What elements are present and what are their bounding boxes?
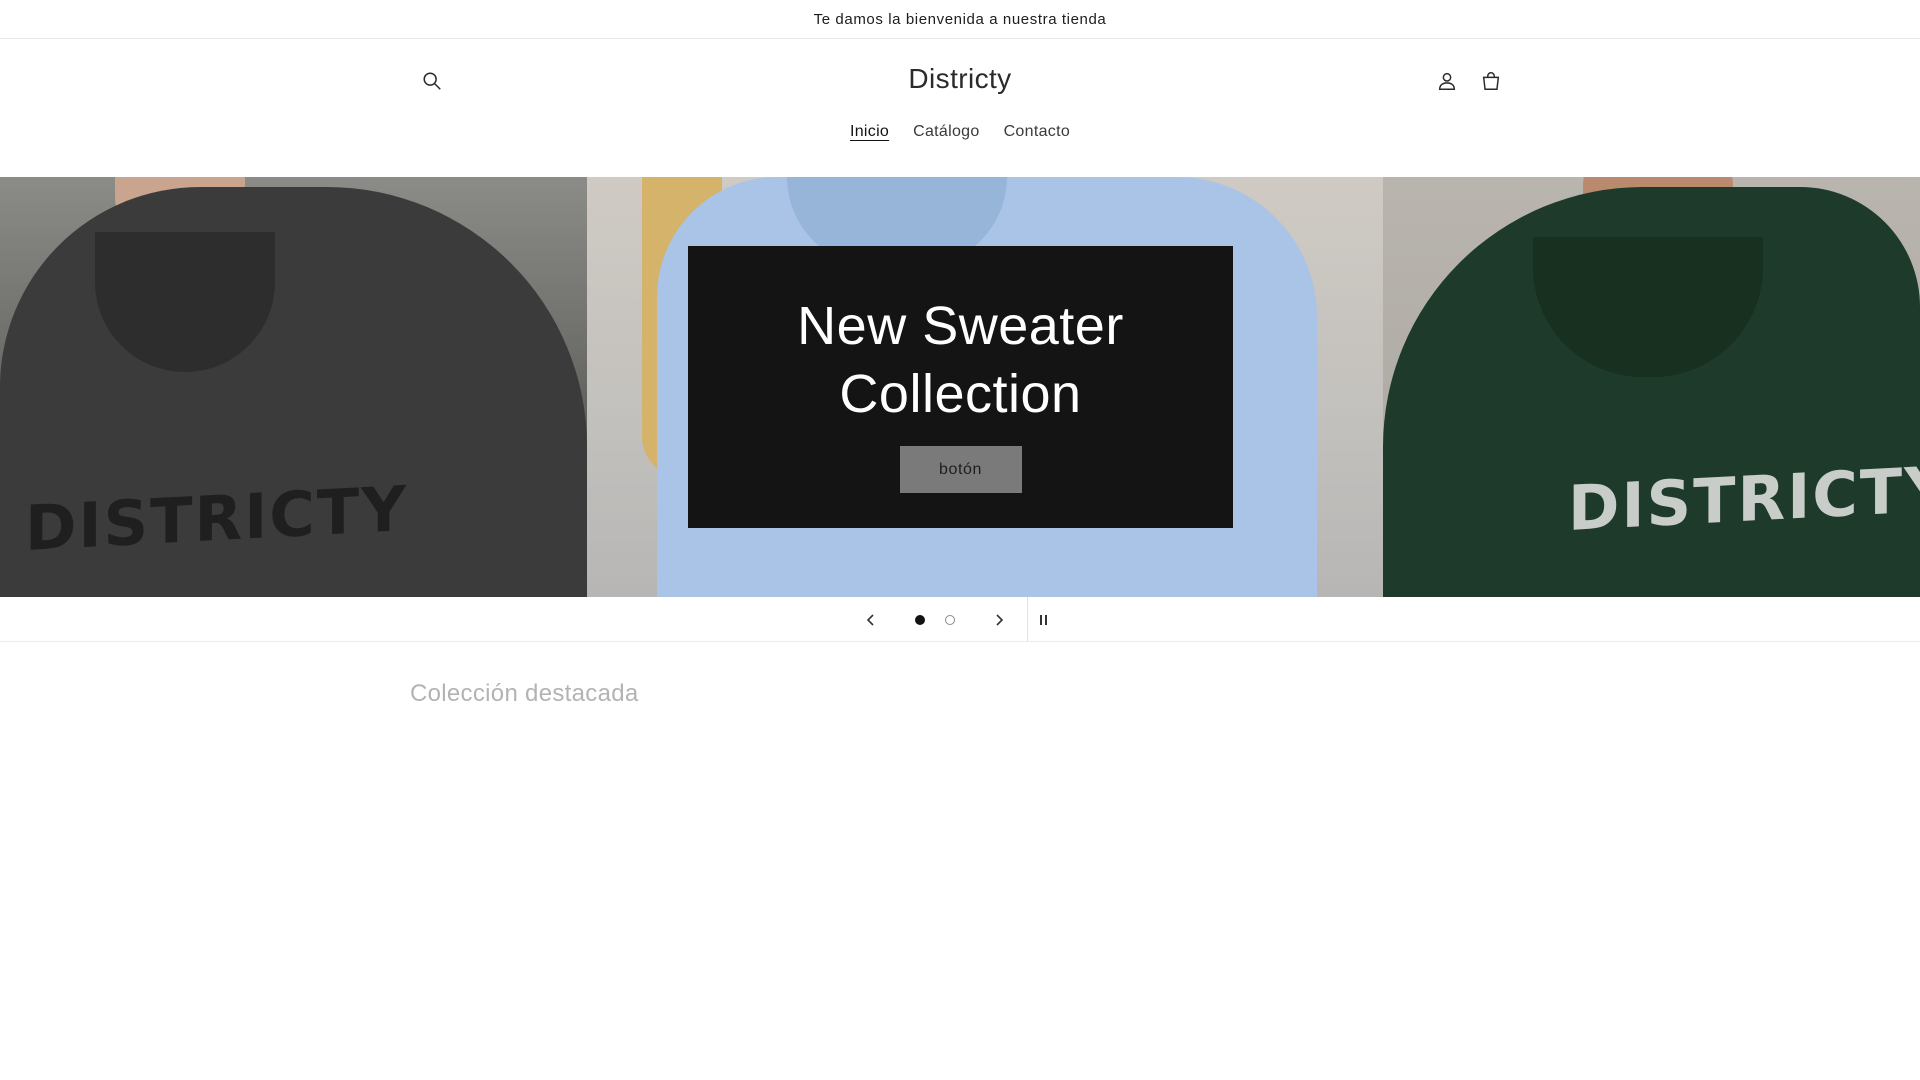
hero-slideshow: DISTRICTY DISTRICTY New Sweater Collecti… (0, 177, 1920, 597)
chevron-right-icon (996, 614, 1004, 626)
slide-dot-2[interactable] (945, 615, 955, 625)
nav-item-contacto[interactable]: Contacto (1004, 123, 1070, 141)
hero-image-right: DISTRICTY (1383, 177, 1920, 597)
cart-button[interactable] (1471, 61, 1511, 101)
nav-item-catalogo[interactable]: Catálogo (913, 123, 979, 141)
pause-icon-bar (1044, 615, 1047, 625)
nav-item-inicio[interactable]: Inicio (850, 123, 889, 141)
user-icon (1438, 72, 1456, 90)
slide-dot-1[interactable] (915, 615, 925, 625)
chevron-left-icon (866, 614, 874, 626)
next-slide-button[interactable] (981, 602, 1017, 638)
hero-content-box: New Sweater Collection botón (688, 246, 1233, 528)
announcement-text: Te damos la bienvenida a nuestra tienda (813, 10, 1107, 28)
slider-controls (0, 597, 1920, 642)
site-header: Districty Inicio Catálogo Contacto (0, 39, 1920, 177)
main-nav: Inicio Catálogo Contacto (0, 123, 1920, 141)
cart-icon (1482, 72, 1500, 90)
hero-title-line-1: New Sweater (797, 296, 1124, 356)
brand-logo[interactable]: Districty (0, 63, 1920, 95)
hero-title-line-2: Collection (839, 364, 1082, 424)
pause-slideshow-button[interactable] (1025, 602, 1061, 638)
announcement-bar: Te damos la bienvenida a nuestra tienda (0, 0, 1920, 39)
previous-slide-button[interactable] (853, 602, 889, 638)
pause-icon (1039, 615, 1042, 625)
hero-title: New Sweater Collection (797, 292, 1124, 428)
featured-collection-heading: Colección destacada (410, 680, 639, 707)
hero-cta-button[interactable]: botón (899, 446, 1022, 493)
hero-image-left: DISTRICTY (0, 177, 587, 597)
account-button[interactable] (1427, 61, 1467, 101)
